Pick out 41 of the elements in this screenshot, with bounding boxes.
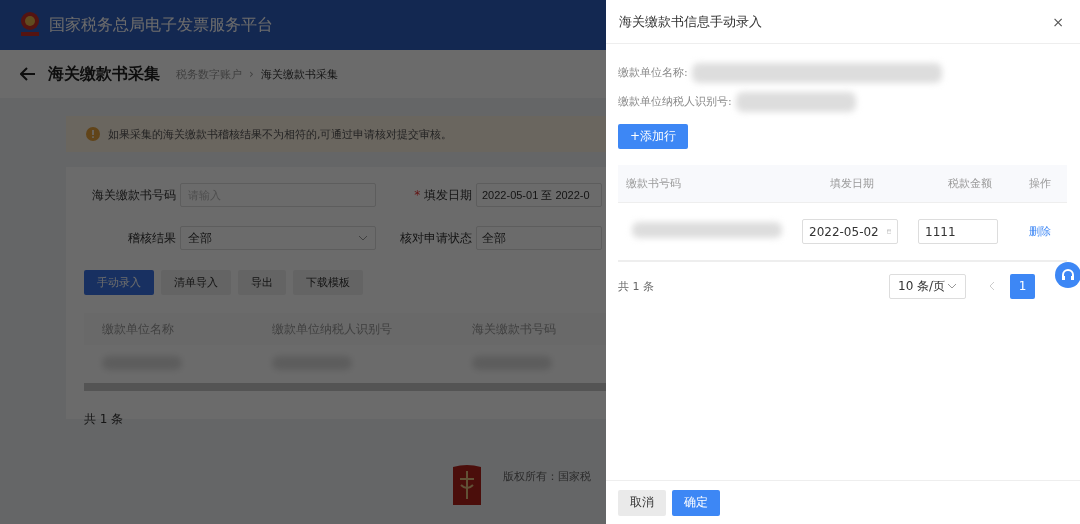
column-header: 填发日期: [829, 176, 875, 191]
caret-icon: [358, 235, 368, 241]
breadcrumb-item[interactable]: 海关缴款书采集: [260, 66, 338, 82]
back-arrow-icon[interactable]: [20, 67, 36, 81]
page-title: 海关缴款书采集: [48, 63, 160, 85]
delete-link[interactable]: 删除: [1029, 225, 1051, 238]
total-count: 共 1 条: [618, 278, 655, 294]
filter-label-text: 核对申请状态: [400, 230, 472, 245]
filter-field[interactable]: 全部: [476, 226, 602, 250]
amount-field[interactable]: 1111: [918, 219, 998, 244]
warning-icon: [86, 127, 100, 141]
column-header: 缴款书号码: [625, 176, 682, 191]
breadcrumb-separator: ›: [249, 67, 254, 81]
column-header: 操作: [1028, 176, 1052, 191]
headset-icon[interactable]: [1055, 262, 1080, 288]
drawer-title: 海关缴款书信息手动录入: [619, 12, 762, 31]
column-header: 税款金额: [947, 176, 993, 191]
emblem-icon: [451, 463, 483, 505]
caret-icon: [947, 283, 957, 289]
filter-field[interactable]: 全部: [180, 226, 376, 250]
filter-field[interactable]: 2022-05-01 至 2022-0: [476, 183, 602, 207]
filter-label-text: 填发日期: [424, 187, 472, 202]
page-button[interactable]: 1: [1010, 273, 1035, 299]
page-size-select[interactable]: 10 条/页: [889, 273, 966, 299]
filter-label-text: 稽核结果: [128, 230, 176, 245]
total-count: 共 1 条: [84, 411, 125, 428]
required-mark: *: [414, 187, 421, 202]
filter-label-text: 海关缴款书号码: [92, 187, 176, 202]
date-field[interactable]: 2022-05-02: [802, 219, 898, 244]
action-button[interactable]: 下载模板: [293, 270, 363, 295]
field-label: 缴款单位纳税人识别号:: [618, 94, 732, 109]
field-label: 缴款单位名称:: [618, 65, 688, 80]
close-button[interactable]: ×: [1050, 13, 1066, 30]
site-title: 国家税务总局电子发票服务平台: [49, 14, 273, 36]
action-button[interactable]: 导出: [238, 270, 286, 295]
action-button[interactable]: 清单导入: [161, 270, 231, 295]
action-button[interactable]: 手动录入: [84, 270, 154, 295]
dialog-button[interactable]: 确定: [672, 489, 720, 516]
dialog-button[interactable]: 取消: [618, 489, 666, 516]
add-row-button[interactable]: +添加行: [618, 124, 689, 149]
notice-text: 如果采集的海关缴款书稽核结果不为相符的,可通过申请核对提交审核。: [108, 126, 453, 142]
